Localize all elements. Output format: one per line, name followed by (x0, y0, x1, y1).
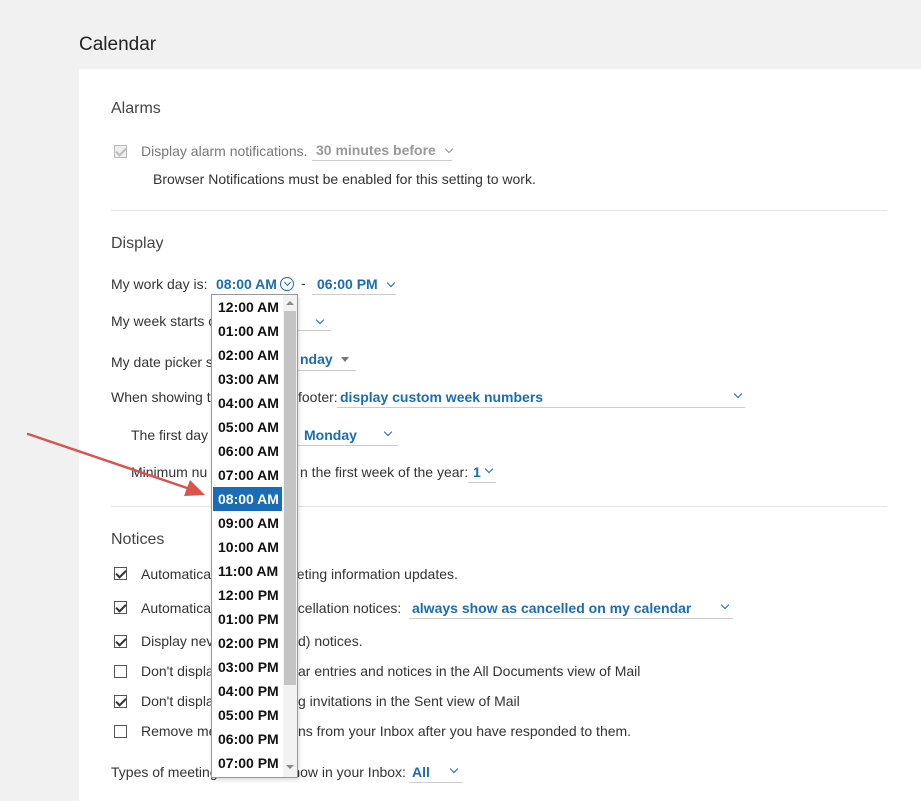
annotation-arrow-icon (26, 432, 205, 496)
